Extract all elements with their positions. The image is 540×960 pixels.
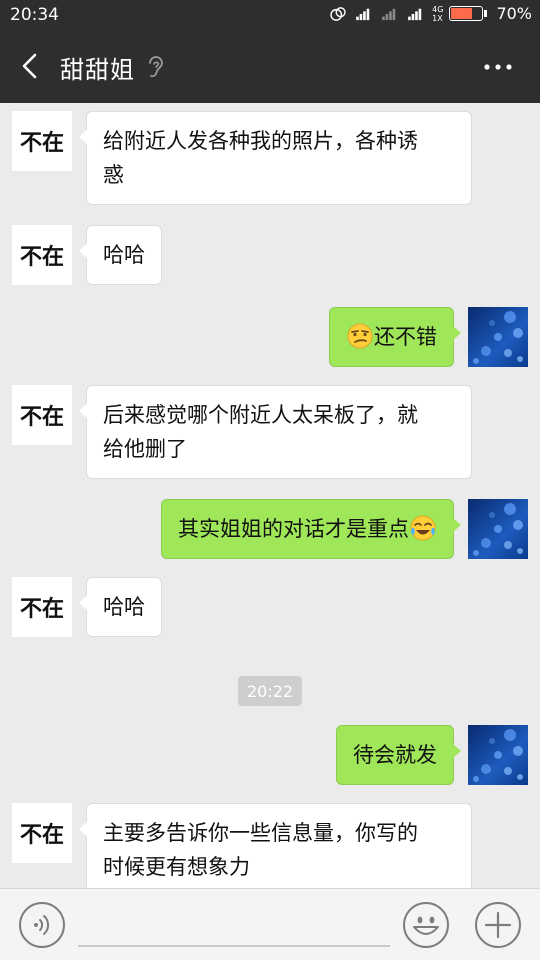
message-text: 待会就发 [353,743,437,767]
plus-icon[interactable] [474,901,522,949]
alarm-icon [330,6,346,21]
my-avatar[interactable] [468,307,528,367]
input-bar [0,888,540,960]
tears-of-joy-emoji [410,515,436,541]
network-top-label: 4G [432,4,444,14]
message-line: 主要多告诉你一些信息量，你写的 [103,821,418,845]
back-arrow-icon[interactable] [18,52,42,80]
contact-avatar[interactable]: 不在 [12,577,72,637]
time-divider: 20:22 [238,676,302,706]
message-line: 哈哈 [103,243,145,267]
message-line: 给附近人发各种我的照片，各种诱 [103,129,418,153]
network-type: 4G 1X [432,5,443,23]
water-drops-avatar-image [468,725,528,785]
status-icons: 4G 1X 70% [328,4,532,23]
earpiece-icon [149,56,163,78]
my-avatar[interactable] [468,725,528,785]
message-line: 时候更有想象力 [103,855,250,879]
avatar-text: 不在 [19,823,64,848]
my-avatar[interactable] [468,499,528,559]
outgoing-message[interactable]: 待会就发 [336,725,461,785]
contact-avatar[interactable]: 不在 [12,385,72,445]
signal-icon [382,8,396,20]
message-line: 哈哈 [103,595,145,619]
voice-icon[interactable] [18,901,66,949]
contact-avatar[interactable]: 不在 [12,803,72,863]
status-bar: 20:34 4G 1X 70% [0,0,540,30]
incoming-message[interactable]: 后来感觉哪个附近人太呆板了，就 给他删了 [79,385,472,479]
incoming-message[interactable]: 主要多告诉你一些信息量，你写的 时候更有想象力 [79,803,472,888]
incoming-message[interactable]: 哈哈 [79,577,162,637]
avatar-text: 不在 [19,131,64,156]
chat-messages[interactable]: 不在 给附近人发各种我的照片，各种诱 惑 不在 哈哈 还不错 不在 后来感觉哪个… [0,103,540,888]
message-line: 给他删了 [103,437,187,461]
contact-avatar[interactable]: 不在 [12,111,72,171]
network-bottom-label: 1X [432,13,443,23]
avatar-text: 不在 [19,245,64,270]
water-drops-avatar-image [468,307,528,367]
status-time: 20:34 [10,5,59,25]
outgoing-message[interactable]: 其实姐姐的对话才是重点 [161,499,461,559]
avatar-text: 不在 [19,405,64,430]
message-line: 后来感觉哪个附近人太呆板了，就 [103,403,418,427]
signal-icon [356,8,370,20]
incoming-message[interactable]: 哈哈 [79,225,162,285]
avatar-text: 不在 [19,597,64,622]
battery-icon [449,6,488,21]
message-text: 其实姐姐的对话才是重点 [178,517,409,541]
battery-percent: 70% [496,4,532,23]
signal-icon [408,8,422,20]
chat-header: 甜甜姐 [0,30,540,103]
emoji-icon[interactable] [402,901,450,949]
more-icon[interactable] [484,64,512,70]
outgoing-message[interactable]: 还不错 [329,307,461,367]
message-line: 惑 [103,163,124,187]
contact-avatar[interactable]: 不在 [12,225,72,285]
chat-title[interactable]: 甜甜姐 [60,50,135,85]
water-drops-avatar-image [468,499,528,559]
message-input[interactable] [78,945,390,947]
smirk-emoji [347,323,373,349]
incoming-message[interactable]: 给附近人发各种我的照片，各种诱 惑 [79,111,472,205]
message-text: 还不错 [374,325,437,349]
